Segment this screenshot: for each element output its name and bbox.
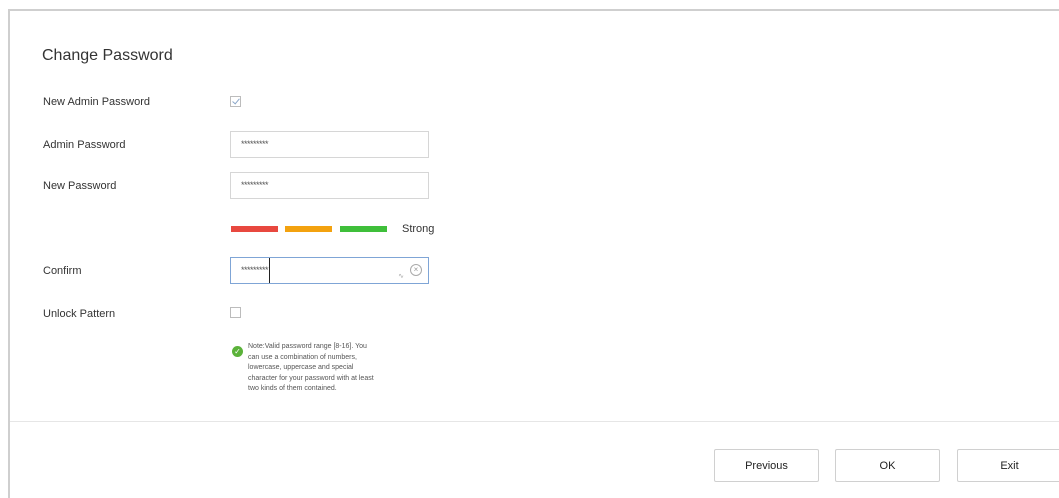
change-password-panel [8,9,1059,498]
strength-bar-strong [340,226,387,232]
previous-button[interactable]: Previous [714,449,819,482]
strength-bar-weak [231,226,278,232]
strength-bar-medium [285,226,332,232]
new-password-value: ********* [241,180,269,190]
confirm-label: Confirm [43,265,82,277]
new-password-label: New Password [43,180,117,192]
admin-password-field[interactable]: ********* [230,131,429,158]
new-admin-password-label: New Admin Password [43,96,150,108]
unlock-pattern-label: Unlock Pattern [43,308,116,320]
password-note: Note:Valid password range [8-16]. You ca… [248,343,374,392]
strength-label: Strong [402,223,435,235]
admin-password-value: ********* [241,139,269,149]
ok-button[interactable]: OK [835,449,940,482]
new-admin-password-checkbox[interactable] [230,96,241,107]
confirm-field[interactable]: ********* ∿ × [230,257,429,284]
check-circle-icon: ✓ [232,346,243,357]
clear-icon[interactable]: × [410,264,422,276]
new-password-field[interactable]: ********* [230,172,429,199]
page-title: Change Password [42,47,173,64]
admin-password-label: Admin Password [43,139,126,151]
exit-button[interactable]: Exit [957,449,1059,482]
show-password-icon[interactable]: ∿ [398,264,404,289]
unlock-pattern-checkbox[interactable] [230,307,241,318]
confirm-value: ********* [241,258,271,283]
footer-divider [10,421,1059,422]
